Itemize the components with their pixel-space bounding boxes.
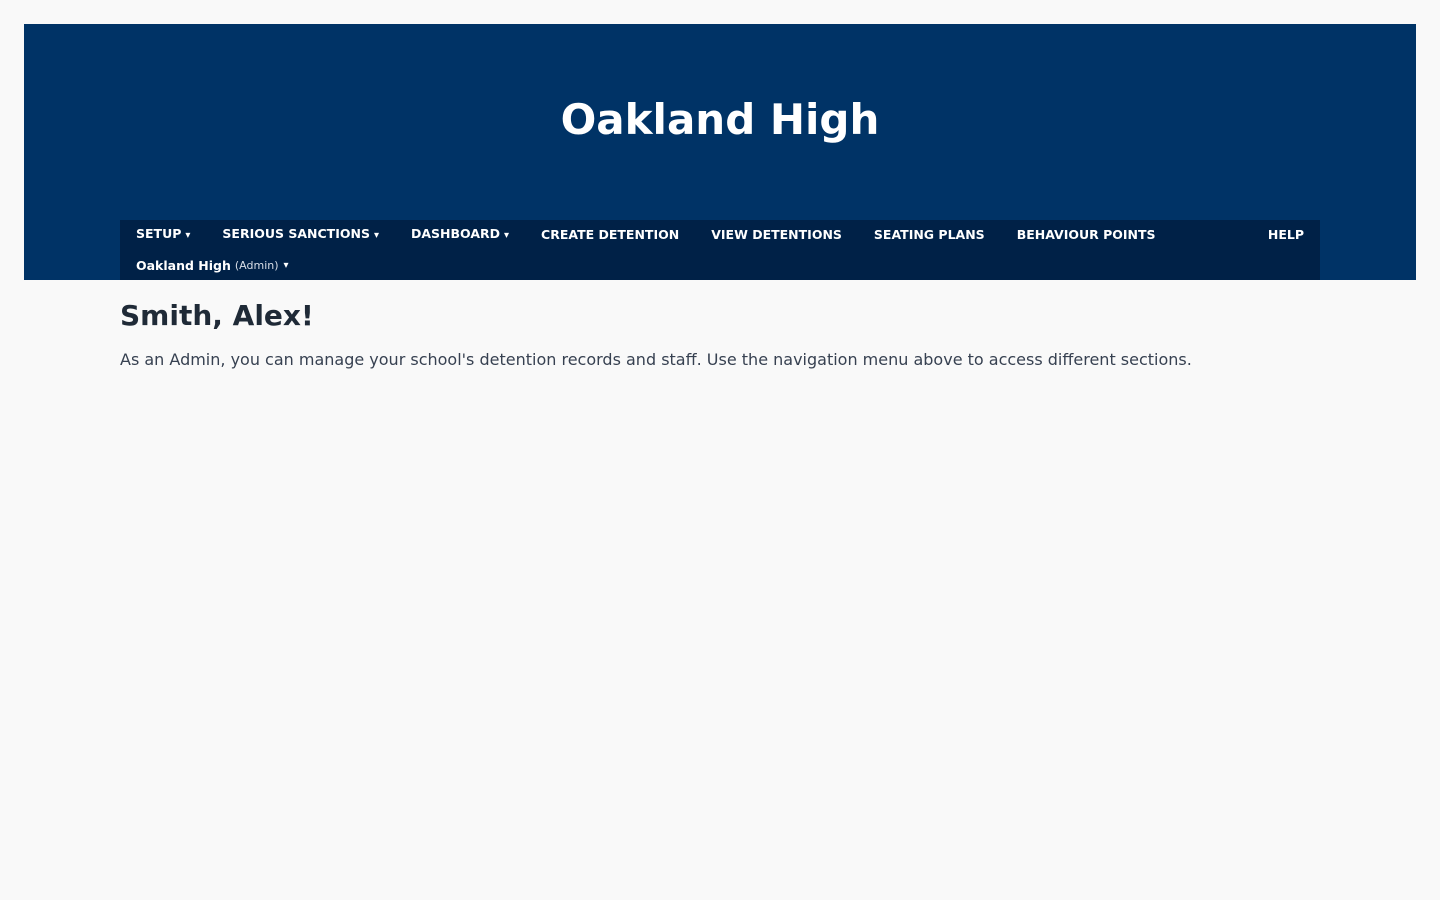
chevron-down-icon: ▾ xyxy=(283,259,289,271)
nav-row: SETUP ▾ SERIOUS SANCTIONS ▾ DASHBOARD ▾ CRE… xyxy=(120,220,1320,250)
site-header: Oakland High SETUP ▾ SERIOUS SANCTIONS ▾ D… xyxy=(24,24,1416,280)
page-title: Smith, Alex! xyxy=(120,299,314,332)
nav-item-behaviour-points[interactable]: BEHAVIOUR POINTS xyxy=(1017,220,1156,250)
nav-item-create-detention[interactable]: CREATE DETENTION xyxy=(541,220,679,250)
nav-item-serious-sanctions[interactable]: SERIOUS SANCTIONS ▾ xyxy=(222,219,379,251)
nav-item-label: SERIOUS SANCTIONS xyxy=(222,226,370,241)
nav-item-label: BEHAVIOUR POINTS xyxy=(1016,227,1156,242)
site-title: Oakland High xyxy=(560,95,880,144)
main-navbar: SETUP ▾ SERIOUS SANCTIONS ▾ DASHBOARD ▾ CRE… xyxy=(120,220,1320,280)
chevron-down-icon: ▾ xyxy=(504,230,510,241)
nav-item-seating-plans[interactable]: SEATING PLANS xyxy=(874,220,985,250)
user-role-label: (Admin) xyxy=(234,258,279,272)
school-switcher[interactable]: Oakland High (Admin) ▾ xyxy=(136,250,289,280)
nav-item-label: CREATE DETENTION xyxy=(541,227,680,242)
nav-item-dashboard[interactable]: DASHBOARD ▾ xyxy=(411,219,509,251)
nav-item-label: SETUP xyxy=(136,226,182,241)
school-name: Oakland High xyxy=(136,257,231,273)
nav-item-label: VIEW DETENTIONS xyxy=(711,227,842,242)
main-content: Smith, Alex! As an Admin, you can manage… xyxy=(120,296,1320,372)
page: Oakland High SETUP ▾ SERIOUS SANCTIONS ▾ D… xyxy=(0,0,1440,900)
nav-item-help[interactable]: HELP xyxy=(1268,220,1304,250)
nav-item-setup[interactable]: SETUP ▾ xyxy=(136,219,190,251)
nav-item-label: DASHBOARD xyxy=(410,226,500,241)
intro-text: As an Admin, you can manage your school'… xyxy=(120,350,1192,369)
nav-item-view-detentions[interactable]: VIEW DETENTIONS xyxy=(711,220,842,250)
chevron-down-icon: ▾ xyxy=(373,230,379,241)
nav-item-label: SEATING PLANS xyxy=(873,227,985,242)
chevron-down-icon: ▾ xyxy=(185,230,191,241)
